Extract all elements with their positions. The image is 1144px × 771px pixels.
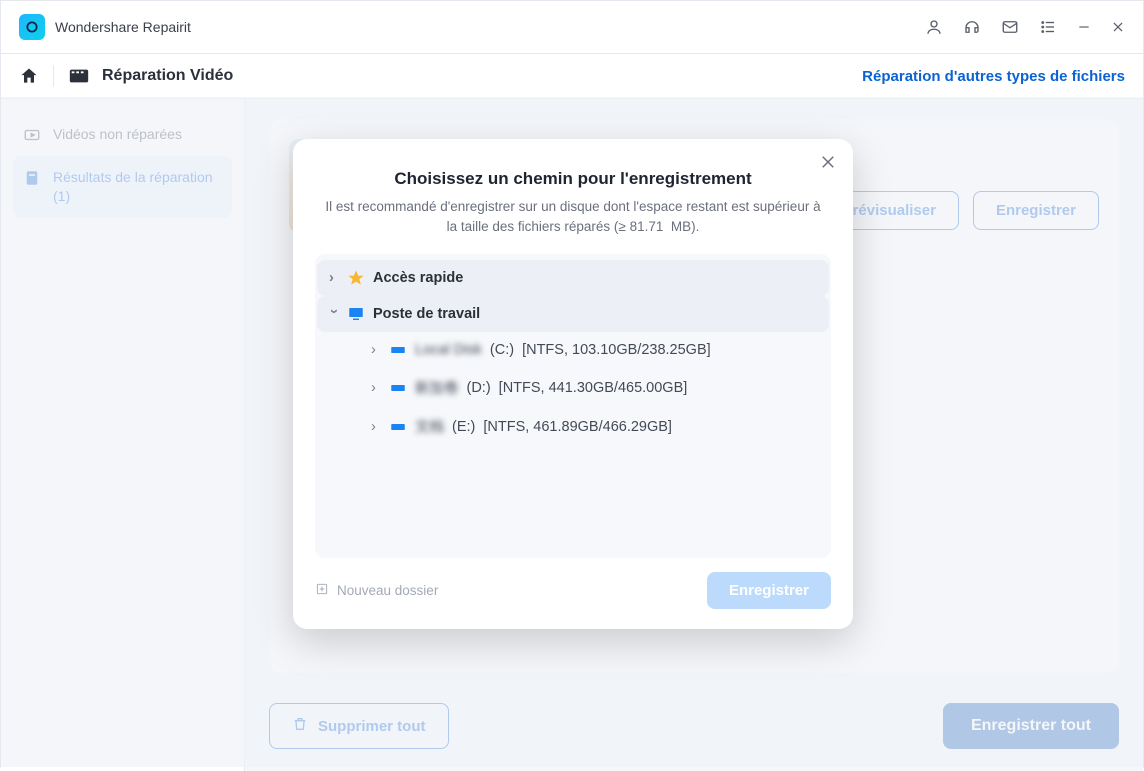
star-icon xyxy=(347,269,365,287)
modal-footer: Nouveau dossier Enregistrer xyxy=(315,572,831,609)
chevron-down-icon: › xyxy=(326,309,342,319)
tree-this-pc[interactable]: › Poste de travail xyxy=(317,296,829,332)
drive-details: [NTFS, 103.10GB/238.25GB] xyxy=(522,342,711,358)
user-icon[interactable] xyxy=(925,18,943,36)
video-repair-icon xyxy=(68,65,90,87)
close-icon[interactable] xyxy=(1111,20,1125,34)
tree-quick-access[interactable]: › Accès rapide xyxy=(317,260,829,296)
breadcrumb-bar: Réparation Vidéo Réparation d'autres typ… xyxy=(1,54,1143,99)
drive-name-masked: 新加卷 xyxy=(415,377,459,398)
minimize-icon[interactable] xyxy=(1077,20,1091,34)
tree-label: Poste de travail xyxy=(373,306,480,322)
mail-icon[interactable] xyxy=(1001,18,1019,36)
tree-drive-c[interactable]: › Local Disk (C:) [NTFS, 103.10GB/238.25… xyxy=(317,332,829,368)
drive-icon xyxy=(389,379,407,397)
save-path-modal: Choisissez un chemin pour l'enregistreme… xyxy=(293,139,853,629)
drive-name-masked: 文档 xyxy=(415,416,444,437)
drive-name-masked: Local Disk xyxy=(415,342,482,358)
app-title: Wondershare Repairit xyxy=(55,19,191,35)
drive-details: [NTFS, 441.30GB/465.00GB] xyxy=(499,380,688,396)
drive-letter: (D:) xyxy=(467,380,491,396)
chevron-right-icon: › xyxy=(371,380,381,396)
modal-subtitle: Il est recommandé d'enregistrer sur un d… xyxy=(325,197,821,236)
tree-label: Accès rapide xyxy=(373,270,463,286)
new-folder-icon xyxy=(315,582,329,599)
other-file-types-link[interactable]: Réparation d'autres types de fichiers xyxy=(862,68,1125,85)
folder-tree: › Accès rapide › Poste de travail › Loca… xyxy=(315,254,831,558)
tree-drive-d[interactable]: › 新加卷 (D:) [NTFS, 441.30GB/465.00GB] xyxy=(317,368,829,407)
drive-letter: (E:) xyxy=(452,419,475,435)
drive-letter: (C:) xyxy=(490,342,514,358)
drive-details: [NTFS, 461.89GB/466.29GB] xyxy=(483,419,672,435)
page-title: Réparation Vidéo xyxy=(102,67,233,85)
modal-save-button[interactable]: Enregistrer xyxy=(707,572,831,609)
titlebar: Wondershare Repairit xyxy=(1,1,1143,54)
chevron-right-icon: › xyxy=(329,270,339,286)
tree-drive-e[interactable]: › 文档 (E:) [NTFS, 461.89GB/466.29GB] xyxy=(317,407,829,446)
modal-close-icon[interactable] xyxy=(819,153,837,171)
computer-icon xyxy=(347,305,365,323)
headset-icon[interactable] xyxy=(963,18,981,36)
drive-icon xyxy=(389,341,407,359)
home-icon[interactable] xyxy=(19,66,39,86)
chevron-right-icon: › xyxy=(371,419,381,435)
titlebar-actions xyxy=(925,18,1125,36)
drive-icon xyxy=(389,418,407,436)
new-folder-button[interactable]: Nouveau dossier xyxy=(315,582,438,599)
menu-icon[interactable] xyxy=(1039,18,1057,36)
chevron-right-icon: › xyxy=(371,342,381,358)
new-folder-label: Nouveau dossier xyxy=(337,583,438,598)
separator xyxy=(53,65,54,87)
app-logo xyxy=(19,14,45,40)
modal-title: Choisissez un chemin pour l'enregistreme… xyxy=(315,169,831,189)
